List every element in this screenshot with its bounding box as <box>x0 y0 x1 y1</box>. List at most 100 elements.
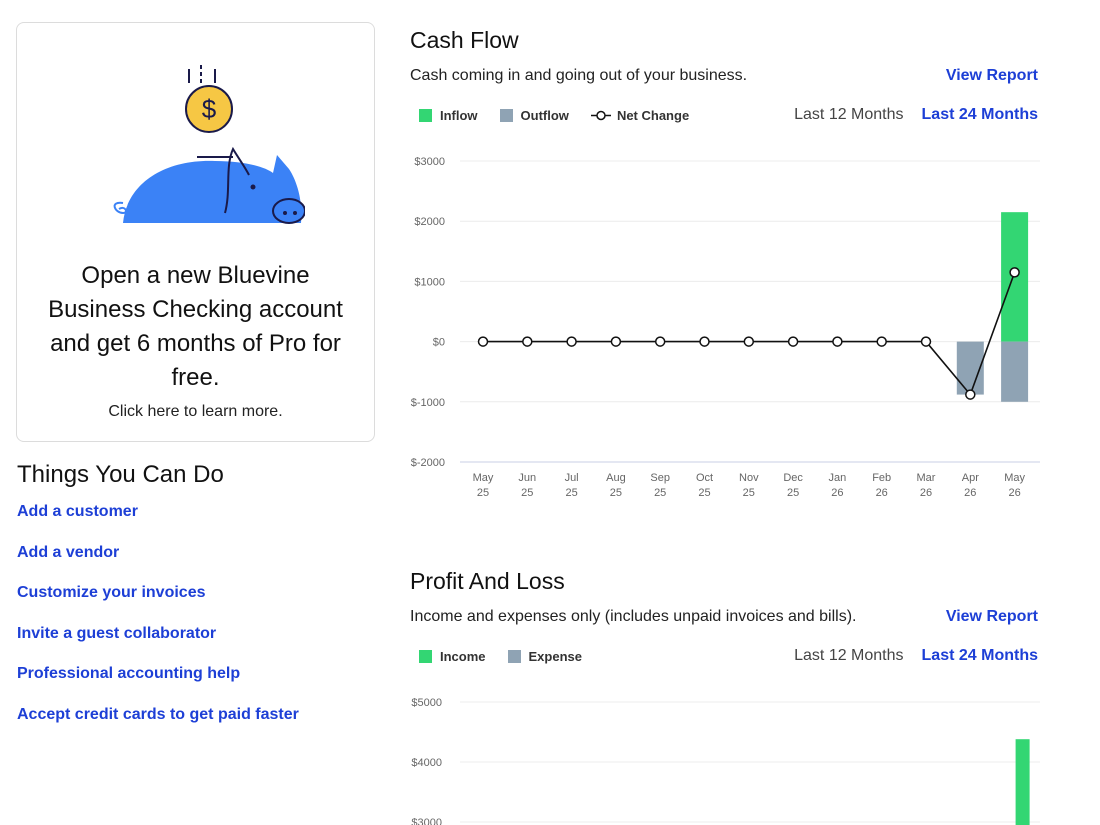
profit-loss-range-12-months[interactable]: Last 12 Months <box>794 647 903 665</box>
x-tick-label: Dec <box>783 472 803 484</box>
list-item: Invite a guest collaborator <box>17 625 299 666</box>
invite-guest-link[interactable]: Invite a guest collaborator <box>17 625 216 642</box>
y-tick-label: $0 <box>433 337 445 349</box>
net-change-point <box>522 336 533 347</box>
expense-swatch <box>507 650 521 663</box>
legend-outflow-label: Outflow <box>520 108 569 123</box>
outflow-bar <box>1001 341 1029 402</box>
accept-credit-cards-link[interactable]: Accept credit cards to get paid faster <box>17 706 299 723</box>
legend-inflow: Inflow <box>419 108 478 123</box>
x-tick-label: 26 <box>920 487 932 499</box>
x-tick-label: Apr <box>962 472 979 484</box>
legend-income: Income <box>419 649 486 664</box>
profit-loss-legend: Income Expense <box>419 649 604 664</box>
legend-expense-label: Expense <box>528 649 582 664</box>
x-tick-label: 25 <box>610 487 622 499</box>
add-vendor-link[interactable]: Add a vendor <box>17 544 119 561</box>
x-tick-label: 25 <box>787 487 799 499</box>
profit-loss-range-selector: Last 12 Months Last 24 Months <box>794 647 1038 665</box>
net-change-point <box>610 336 622 347</box>
income-bar <box>1015 739 1030 825</box>
add-customer-link[interactable]: Add a customer <box>17 503 138 520</box>
y-tick-label: $2000 <box>414 216 445 228</box>
net-change-point <box>832 336 843 347</box>
net-change-point <box>876 336 887 347</box>
list-item: Customize your invoices <box>17 584 299 625</box>
x-tick-label: Jun <box>518 472 536 484</box>
list-item: Accept credit cards to get paid faster <box>17 706 299 747</box>
net-change-line <box>483 272 1016 397</box>
net-change-line-icon <box>590 110 611 121</box>
x-tick-label: Nov <box>739 472 759 484</box>
promo-learn-more-link[interactable]: Click here to learn more. <box>17 403 374 421</box>
x-tick-label: 26 <box>1008 487 1020 499</box>
net-change-point <box>566 336 577 347</box>
list-item: Professional accounting help <box>17 665 299 706</box>
x-tick-label: Jul <box>565 472 579 484</box>
promo-card[interactable]: $ Open a new Bluevine Business Checking … <box>16 22 375 442</box>
x-tick-label: Aug <box>606 472 626 484</box>
cash-flow-range-12-months[interactable]: Last 12 Months <box>794 106 903 124</box>
x-tick-label: Oct <box>696 472 713 484</box>
y-tick-label: $1000 <box>414 276 445 288</box>
y-tick-label: $-1000 <box>411 397 445 409</box>
x-tick-label: Jan <box>829 472 847 484</box>
net-change-point <box>743 336 755 347</box>
cash-flow-legend: Inflow Outflow Net Change <box>419 108 711 123</box>
promo-title: Open a new Bluevine Business Checking ac… <box>48 262 343 391</box>
net-change-point <box>477 336 489 347</box>
legend-net-change: Net Change <box>590 108 690 123</box>
legend-income-label: Income <box>440 649 486 664</box>
profit-loss-chart: $5000 $4000 $3000 <box>411 697 1040 825</box>
x-tick-label: May <box>1004 472 1025 484</box>
piggy-bank-illustration: $ <box>113 65 305 224</box>
x-tick-label: May <box>473 472 494 484</box>
x-tick-label: 25 <box>654 487 666 499</box>
x-tick-label: Feb <box>872 472 891 484</box>
profit-loss-subtitle: Income and expenses only (includes unpai… <box>410 608 857 625</box>
accounting-help-link[interactable]: Professional accounting help <box>17 665 240 682</box>
cash-flow-subtitle: Cash coming in and going out of your bus… <box>410 67 748 84</box>
legend-net-change-label: Net Change <box>616 108 690 123</box>
x-tick-label: 26 <box>876 487 888 499</box>
y-tick-label: $4000 <box>411 757 442 769</box>
profit-loss-title: Profit And Loss <box>410 568 565 594</box>
net-change-point <box>920 336 932 347</box>
profit-loss-range-24-months[interactable]: Last 24 Months <box>922 647 1038 665</box>
income-swatch <box>419 650 432 663</box>
profit-loss-view-report-link[interactable]: View Report <box>946 608 1038 626</box>
y-tick-label: $3000 <box>411 817 442 825</box>
legend-inflow-label: Inflow <box>440 108 478 123</box>
net-change-point <box>654 336 666 347</box>
x-tick-label: 25 <box>698 487 710 499</box>
y-tick-label: $5000 <box>411 697 442 709</box>
cash-flow-range-24-months[interactable]: Last 24 Months <box>922 106 1038 124</box>
legend-outflow: Outflow <box>499 108 569 123</box>
x-tick-label: 25 <box>477 487 489 499</box>
x-tick-label: 25 <box>521 487 533 499</box>
net-change-point <box>699 336 710 347</box>
y-tick-label: $3000 <box>414 156 445 168</box>
coin-dollar-symbol: $ <box>202 94 217 124</box>
x-tick-label: 25 <box>565 487 577 499</box>
x-tick-label: 26 <box>831 487 843 499</box>
x-tick-label: 25 <box>743 487 755 499</box>
customize-invoices-link[interactable]: Customize your invoices <box>17 584 206 601</box>
net-change-point <box>965 389 976 400</box>
cash-flow-range-selector: Last 12 Months Last 24 Months <box>794 106 1038 124</box>
net-change-point <box>1009 267 1020 278</box>
things-you-can-do-list: Add a customer Add a vendor Customize yo… <box>17 503 299 747</box>
y-tick-label: $-2000 <box>411 457 445 469</box>
x-tick-label: Mar <box>917 472 936 484</box>
list-item: Add a vendor <box>17 544 299 585</box>
x-tick-label: Sep <box>650 472 670 484</box>
cash-flow-chart: $3000 $2000 $1000 $0 $-1000 $-2000 May 25 Jun 25 J… <box>411 156 1040 499</box>
x-tick-label: 26 <box>964 487 976 499</box>
legend-expense: Expense <box>507 649 582 664</box>
things-you-can-do-heading: Things You Can Do <box>17 461 224 488</box>
outflow-swatch <box>499 109 513 122</box>
cash-flow-view-report-link[interactable]: View Report <box>946 67 1038 85</box>
net-change-point <box>787 336 799 347</box>
list-item: Add a customer <box>17 503 299 544</box>
cash-flow-title: Cash Flow <box>410 27 519 53</box>
